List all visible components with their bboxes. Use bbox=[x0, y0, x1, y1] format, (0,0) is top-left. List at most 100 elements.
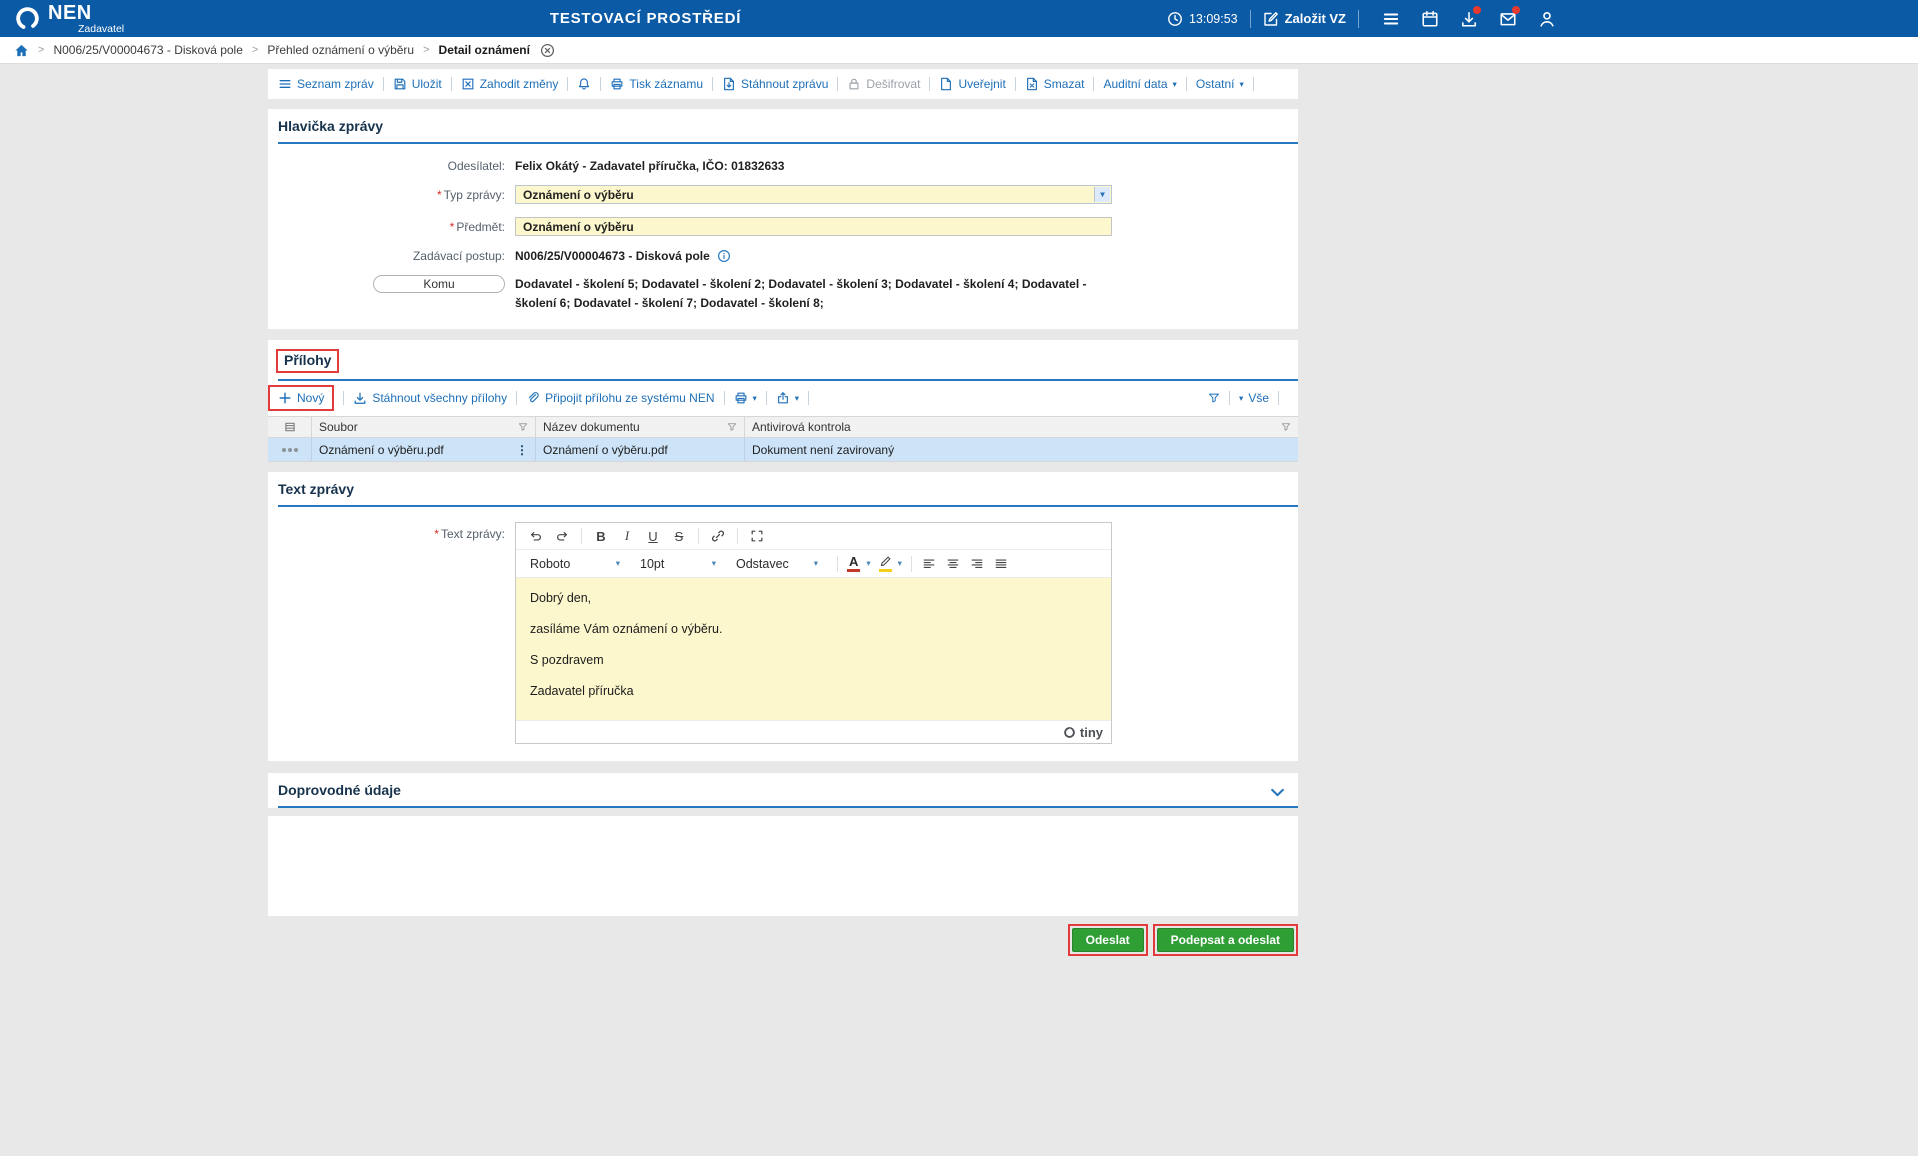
delete-button[interactable]: Smazat bbox=[1025, 77, 1084, 91]
highlight-color-button[interactable]: ▾ bbox=[878, 555, 902, 573]
filter-icon[interactable] bbox=[1281, 422, 1291, 432]
section-title-additional-data: Doprovodné údaje bbox=[278, 782, 401, 799]
export-menu-button[interactable]: ▾ bbox=[776, 391, 799, 405]
attach-from-nen-button[interactable]: Připojit přílohu ze systému NEN bbox=[526, 391, 715, 405]
attachments-table: Soubor Název dokumentu Antivirová kontro… bbox=[268, 416, 1298, 463]
home-icon[interactable] bbox=[14, 43, 29, 58]
discard-changes-button[interactable]: Zahodit změny bbox=[461, 77, 558, 91]
separator bbox=[516, 391, 518, 406]
chevron-down-icon: ▾ bbox=[866, 558, 871, 569]
info-icon[interactable] bbox=[717, 249, 731, 263]
chevron-down-icon[interactable]: ▾ bbox=[1094, 187, 1110, 202]
send-button[interactable]: Odeslat bbox=[1071, 928, 1144, 953]
fullscreen-icon[interactable] bbox=[745, 525, 769, 547]
annotation-box: Odeslat bbox=[1067, 924, 1148, 957]
editor-toolbar-row1: B I U S bbox=[516, 523, 1111, 551]
section-head: Přílohy bbox=[276, 340, 1298, 382]
align-center-icon[interactable] bbox=[941, 553, 965, 575]
block-format-select[interactable]: Odstavec ▾ bbox=[730, 553, 824, 575]
print-menu-button[interactable]: ▾ bbox=[734, 391, 757, 405]
undo-button[interactable] bbox=[524, 525, 548, 547]
chevron-down-icon: ▾ bbox=[1172, 78, 1177, 89]
compose-icon bbox=[1263, 11, 1279, 27]
paragraph: Dobrý den, bbox=[530, 591, 592, 606]
filter-icon[interactable] bbox=[727, 422, 737, 432]
row-handle-icon[interactable] bbox=[281, 447, 298, 452]
calendar-icon[interactable] bbox=[1410, 7, 1449, 31]
filter-icon[interactable] bbox=[1208, 392, 1220, 404]
messages-icon[interactable] bbox=[1488, 5, 1527, 31]
print-record-button[interactable]: Tisk záznamu bbox=[610, 77, 703, 91]
new-attachment-button[interactable]: Nový bbox=[272, 389, 330, 407]
italic-button[interactable]: I bbox=[615, 525, 639, 547]
show-all-toggle[interactable]: ▾ Vše bbox=[1239, 391, 1269, 405]
paragraph: Zadavatel příručka bbox=[530, 684, 634, 699]
separator bbox=[382, 77, 384, 91]
required-marker: * bbox=[434, 527, 439, 542]
annotation-box: Přílohy bbox=[276, 349, 340, 374]
bold-button[interactable]: B bbox=[589, 525, 613, 547]
user-icon[interactable] bbox=[1527, 7, 1566, 31]
audit-data-menu[interactable]: Auditní data ▾ bbox=[1103, 77, 1176, 91]
attachments-panel: Přílohy Nový Stáhnout všechny přílohy Př… bbox=[268, 340, 1298, 463]
column-header-soubor[interactable]: Soubor bbox=[312, 417, 536, 438]
breadcrumb-separator: > bbox=[251, 44, 259, 56]
align-right-icon[interactable] bbox=[965, 553, 989, 575]
other-menu[interactable]: Ostatní ▾ bbox=[1196, 77, 1244, 91]
subject-input[interactable] bbox=[515, 217, 1112, 236]
save-button[interactable]: Uložit bbox=[393, 77, 442, 91]
underline-button[interactable]: U bbox=[641, 525, 665, 547]
chevron-down-icon: ▾ bbox=[794, 392, 800, 403]
collapse-chevron-icon[interactable] bbox=[1269, 784, 1286, 801]
download-message-button[interactable]: Stáhnout zprávu bbox=[722, 77, 828, 91]
download-all-attachments-button[interactable]: Stáhnout všechny přílohy bbox=[353, 391, 507, 405]
bell-icon[interactable] bbox=[577, 77, 591, 91]
menu-icon[interactable] bbox=[1371, 7, 1410, 31]
column-header-antivirova-kontrola[interactable]: Antivirová kontrola bbox=[745, 417, 1298, 437]
create-vz-button[interactable]: Založit VZ bbox=[1263, 11, 1346, 27]
breadcrumb-separator: > bbox=[423, 44, 430, 56]
breadcrumb-item-current: Detail oznámení bbox=[438, 43, 530, 57]
chevron-down-icon: ▾ bbox=[615, 558, 620, 569]
breadcrumb-item-overview[interactable]: Přehled oznámení o výběru bbox=[267, 43, 414, 57]
align-justify-icon[interactable] bbox=[989, 553, 1013, 575]
message-list-button[interactable]: Seznam zpráv bbox=[278, 77, 374, 91]
notification-badge bbox=[1473, 5, 1481, 14]
align-left-icon[interactable] bbox=[917, 553, 941, 575]
downloads-icon[interactable] bbox=[1449, 5, 1488, 31]
attachments-toolbar: Nový Stáhnout všechny přílohy Připojit p… bbox=[268, 381, 1298, 416]
message-text-label: * Text zprávy: bbox=[434, 527, 505, 542]
font-family-select[interactable]: Roboto ▾ bbox=[524, 553, 626, 575]
message-header-panel: Hlavička zprávy Odesílatel: Felix Okátý … bbox=[268, 109, 1298, 330]
message-type-select[interactable]: Oznámení o výběru ▾ bbox=[515, 185, 1112, 204]
text-color-button[interactable]: A ▾ bbox=[847, 554, 871, 573]
font-size-select[interactable]: 10pt ▾ bbox=[634, 553, 722, 575]
logo-subtext: Zadavatel bbox=[78, 22, 125, 35]
separator bbox=[737, 528, 738, 545]
separator bbox=[765, 391, 767, 406]
separator bbox=[723, 391, 725, 406]
redo-button[interactable] bbox=[550, 525, 574, 547]
strikethrough-button[interactable]: S bbox=[667, 525, 691, 547]
required-marker: * bbox=[436, 187, 442, 202]
sign-and-send-button[interactable]: Podepsat a odeslat bbox=[1156, 928, 1294, 953]
recipients-button[interactable]: Komu bbox=[373, 275, 505, 293]
chevron-down-icon: ▾ bbox=[813, 558, 818, 569]
separator bbox=[1014, 77, 1016, 91]
filter-icon[interactable] bbox=[518, 422, 528, 432]
rich-text-editor: B I U S Roboto ▾ 10pt ▾ Odstavec ▾ A ▾ ▾… bbox=[515, 522, 1112, 745]
publish-button[interactable]: Uveřejnit bbox=[939, 77, 1006, 91]
chevron-down-icon: ▾ bbox=[897, 558, 902, 569]
link-icon[interactable] bbox=[706, 525, 730, 547]
cell-soubor: Oznámení o výběru.pdf bbox=[319, 442, 444, 457]
breadcrumb-item-procedure[interactable]: N006/25/V00004673 - Disková pole bbox=[53, 43, 242, 57]
breadcrumb-separator: > bbox=[38, 44, 45, 56]
nen-logo[interactable]: NEN Zadavatel bbox=[14, 3, 124, 35]
clock-icon bbox=[1167, 11, 1183, 27]
column-header-nazev-dokumentu[interactable]: Název dokumentu bbox=[536, 417, 745, 438]
grid-settings-icon[interactable] bbox=[268, 417, 312, 438]
editor-content[interactable]: Dobrý den, zasíláme Vám oznámení o výběr… bbox=[516, 578, 1111, 721]
row-menu-icon[interactable]: ⋮ bbox=[516, 443, 528, 457]
table-row[interactable]: Oznámení o výběru.pdf ⋮ Oznámení o výběr… bbox=[268, 438, 1298, 462]
close-icon[interactable] bbox=[540, 43, 555, 58]
